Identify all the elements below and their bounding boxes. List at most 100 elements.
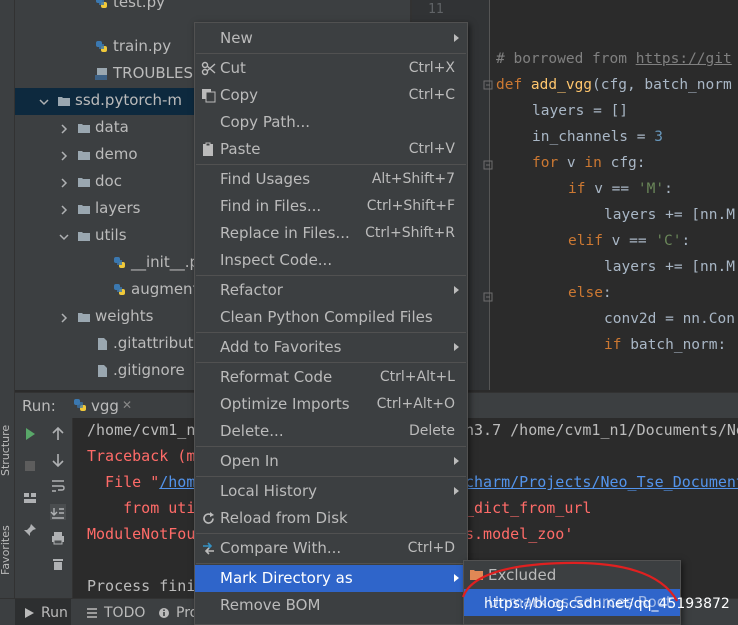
tree-item-label: ssd.pytorch-m (75, 91, 182, 109)
menu-item-add-to-favorites[interactable]: Add to Favorites (195, 334, 467, 361)
layout-icon[interactable] (22, 490, 38, 506)
code-line: layers = [] (532, 103, 629, 119)
menu-item-label: Compare With... (220, 539, 342, 557)
tree-item[interactable]: test.py (15, 0, 410, 17)
fold-icon[interactable] (483, 160, 493, 170)
menu-separator (196, 53, 466, 54)
bottom-tab-pro[interactable]: Pro (150, 599, 200, 625)
code-line: else: (568, 285, 612, 301)
menu-item-find-in-files[interactable]: Find in Files... Ctrl+Shift+F (195, 193, 467, 220)
python-file-icon (95, 40, 109, 54)
code-line: if batch_norm: (604, 337, 727, 353)
menu-item-delete[interactable]: Delete... Delete (195, 418, 467, 445)
menu-item-reload-from-disk[interactable]: Reload from Disk (195, 505, 467, 532)
menu-item-new[interactable]: New (195, 25, 467, 52)
favorites-tab[interactable]: Favorites (0, 510, 15, 590)
console-link[interactable]: charm/Projects/Neo_Tse_Document (465, 473, 738, 491)
pin-icon[interactable] (22, 522, 38, 538)
menu-item-label: Find Usages (220, 170, 311, 188)
tree-item-label: __init__.p (131, 253, 200, 271)
menu-item-cut[interactable]: Cut Ctrl+X (195, 55, 467, 82)
submenu-arrow-icon (454, 286, 459, 294)
folder-icon (77, 229, 91, 243)
chevron-down-icon[interactable] (59, 232, 69, 242)
code-line: layers += [nn.M (604, 207, 735, 223)
chevron-right-icon[interactable] (59, 178, 69, 188)
console-line: /home/cvm1_n (87, 421, 196, 439)
python-icon (73, 398, 87, 416)
copy-icon (201, 88, 216, 103)
close-icon[interactable]: ✕ (122, 398, 132, 412)
menu-item-label: Find in Files... (220, 197, 322, 215)
chevron-right-icon[interactable] (59, 124, 69, 134)
menu-item-remove-bom[interactable]: Remove BOM (195, 592, 467, 619)
structure-tab[interactable]: Structure (0, 415, 15, 485)
menu-item-label: Refactor (220, 281, 283, 299)
menu-item-shortcut: Ctrl+D (407, 540, 455, 556)
scroll-to-end-icon[interactable] (50, 504, 66, 520)
file-icon (95, 337, 109, 351)
print-icon[interactable] (50, 530, 66, 546)
tree-item-label: layers (95, 199, 141, 217)
context-menu: New Cut Ctrl+X Copy Ctrl+C Copy Path... Paste C… (194, 22, 468, 625)
bottom-tab-run[interactable]: Run (15, 599, 71, 625)
folder-icon (77, 175, 91, 189)
chevron-right-icon[interactable] (59, 205, 69, 215)
menu-separator (196, 563, 466, 564)
code-line: in_channels = 3 (532, 129, 663, 145)
folder-icon (57, 94, 71, 108)
menu-item-refactor[interactable]: Refactor (195, 277, 467, 304)
menu-item-reformat-code[interactable]: Reformat Code Ctrl+Alt+L (195, 364, 467, 391)
run-toolbar-left (15, 418, 43, 598)
console-link[interactable]: /hom (159, 473, 195, 491)
menu-item-mark-directory-as[interactable]: Mark Directory as (195, 565, 467, 592)
play-icon (23, 607, 35, 619)
tree-item-label: data (95, 118, 129, 136)
menu-item-clean-python-compiled-files[interactable]: Clean Python Compiled Files (195, 304, 467, 331)
trash-icon[interactable] (50, 556, 66, 572)
menu-item-optimize-imports[interactable]: Optimize Imports Ctrl+Alt+O (195, 391, 467, 418)
run-toolbar-right (43, 418, 73, 598)
markdown-file-icon (95, 67, 109, 81)
menu-item-inspect-code[interactable]: Inspect Code... (195, 247, 467, 274)
info-icon (158, 607, 170, 619)
menu-item-replace-in-files[interactable]: Replace in Files... Ctrl+Shift+R (195, 220, 467, 247)
menu-item-copy[interactable]: Copy Ctrl+C (195, 82, 467, 109)
fold-icon[interactable] (483, 292, 493, 302)
menu-item-label: Clean Python Compiled Files (220, 308, 433, 326)
fold-icon[interactable] (483, 80, 493, 90)
bottom-tab-label: TODO (104, 604, 146, 621)
menu-item-label: Replace in Files... (220, 224, 350, 242)
rerun-icon[interactable] (22, 426, 38, 442)
menu-item-shortcut: Ctrl+Shift+F (366, 198, 455, 214)
menu-item-paste[interactable]: Paste Ctrl+V (195, 136, 467, 163)
arrow-up-icon[interactable] (50, 426, 66, 442)
console-line: Process fini (87, 577, 196, 595)
code-line: elif v == 'C': (568, 233, 691, 249)
code-line: layers += [nn.M (604, 259, 735, 275)
bottom-tab-todo[interactable]: TODO (78, 599, 146, 625)
code-editor[interactable]: # borrowed from https://git def add_vgg(c… (490, 0, 738, 390)
menu-item-label: Local History (220, 482, 318, 500)
reload-icon (201, 511, 216, 526)
run-tab-vgg[interactable]: vgg (91, 397, 119, 415)
menu-item-copy-path[interactable]: Copy Path... (195, 109, 467, 136)
menu-item-shortcut: Ctrl+Shift+R (365, 225, 455, 241)
tree-item-label: test.py (113, 0, 165, 11)
menu-separator (196, 362, 466, 363)
left-tool-strip: Structure Favorites (0, 0, 15, 625)
chevron-down-icon[interactable] (39, 97, 49, 107)
arrow-down-icon[interactable] (50, 452, 66, 468)
menu-item-compare-with[interactable]: Compare With... Ctrl+D (195, 535, 467, 562)
console-line: from uti (87, 499, 196, 517)
menu-item-open-in[interactable]: Open In (195, 448, 467, 475)
python-file-icon (113, 256, 127, 270)
menu-item-local-history[interactable]: Local History (195, 478, 467, 505)
menu-item-find-usages[interactable]: Find Usages Alt+Shift+7 (195, 166, 467, 193)
compare-icon (201, 541, 216, 556)
stop-icon[interactable] (22, 458, 38, 474)
chevron-right-icon[interactable] (59, 151, 69, 161)
chevron-right-icon[interactable] (59, 313, 69, 323)
menu-item-label: Add to Favorites (220, 338, 342, 356)
soft-wrap-icon[interactable] (50, 478, 66, 494)
